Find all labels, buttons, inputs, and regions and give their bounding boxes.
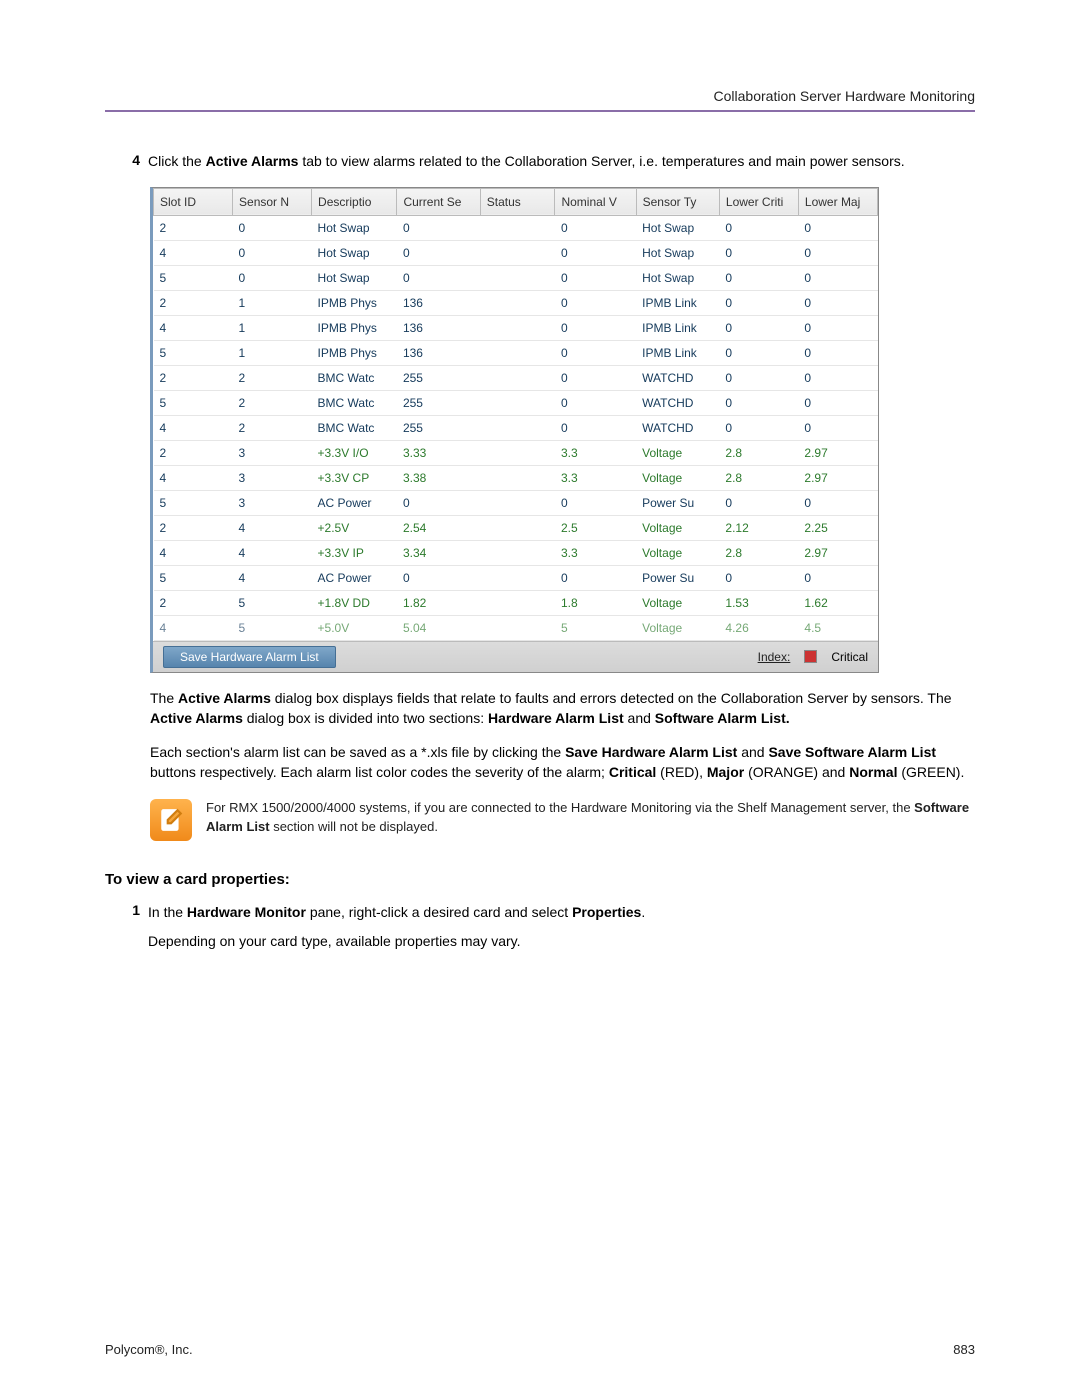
table-row[interactable]: 41IPMB Phys1360IPMB Link00	[154, 315, 878, 340]
table-row[interactable]: 52BMC Watc2550WATCHD00	[154, 390, 878, 415]
critical-swatch-icon	[804, 650, 817, 663]
col-lower-criti[interactable]: Lower Criti	[719, 188, 798, 215]
table-row[interactable]: 50Hot Swap00Hot Swap00	[154, 265, 878, 290]
footer-page-number: 883	[953, 1342, 975, 1357]
table-footer-bar: Save Hardware Alarm List Index: Critical	[153, 641, 878, 672]
col-current-se[interactable]: Current Se	[397, 188, 480, 215]
table-row[interactable]: 53AC Power00Power Su00	[154, 490, 878, 515]
note-text: For RMX 1500/2000/4000 systems, if you a…	[206, 799, 975, 837]
col-lower-maj[interactable]: Lower Maj	[798, 188, 877, 215]
table-row[interactable]: 20Hot Swap00Hot Swap00	[154, 215, 878, 240]
col-sensor-ty[interactable]: Sensor Ty	[636, 188, 719, 215]
table-row[interactable]: 42BMC Watc2550WATCHD00	[154, 415, 878, 440]
table-row[interactable]: 21IPMB Phys1360IPMB Link00	[154, 290, 878, 315]
table-row[interactable]: 44+3.3V IP3.343.3Voltage2.82.97	[154, 540, 878, 565]
table-row[interactable]: 51IPMB Phys1360IPMB Link00	[154, 340, 878, 365]
index-link[interactable]: Index:	[758, 650, 791, 664]
table-row[interactable]: 40Hot Swap00Hot Swap00	[154, 240, 878, 265]
save-hardware-alarm-list-button[interactable]: Save Hardware Alarm List	[163, 646, 336, 668]
col-nominal-v[interactable]: Nominal V	[555, 188, 636, 215]
table-header-row[interactable]: Slot ID Sensor N Descriptio Current Se S…	[154, 188, 878, 215]
table-row[interactable]: 22BMC Watc2550WATCHD00	[154, 365, 878, 390]
header-divider	[105, 110, 975, 112]
note-box: For RMX 1500/2000/4000 systems, if you a…	[150, 799, 975, 841]
page-footer: Polycom®, Inc. 883	[105, 1342, 975, 1357]
subheading-view-card-properties: To view a card properties:	[105, 871, 975, 888]
step-1: 1 In the Hardware Monitor pane, right-cl…	[105, 902, 975, 952]
table-row[interactable]: 54AC Power00Power Su00	[154, 565, 878, 590]
table-row[interactable]: 45+5.0V5.045Voltage4.264.5	[154, 615, 878, 640]
step-number: 4	[105, 152, 148, 172]
step-4: 4 Click the Active Alarms tab to view al…	[105, 152, 975, 172]
note-icon	[150, 799, 192, 841]
col-status[interactable]: Status	[480, 188, 555, 215]
table-row[interactable]: 25+1.8V DD1.821.8Voltage1.531.62	[154, 590, 878, 615]
col-description[interactable]: Descriptio	[312, 188, 397, 215]
col-slot-id[interactable]: Slot ID	[154, 188, 233, 215]
table-row[interactable]: 43+3.3V CP3.383.3Voltage2.82.97	[154, 465, 878, 490]
active-alarms-table: Slot ID Sensor N Descriptio Current Se S…	[150, 187, 879, 673]
critical-label: Critical	[831, 650, 868, 664]
paragraph-1: The Active Alarms dialog box displays fi…	[150, 688, 975, 729]
paragraph-2: Each section's alarm list can be saved a…	[150, 742, 975, 783]
footer-company: Polycom®, Inc.	[105, 1342, 193, 1357]
page-header-title: Collaboration Server Hardware Monitoring	[714, 88, 975, 104]
step-text: Click the Active Alarms tab to view alar…	[148, 152, 975, 172]
col-sensor-n[interactable]: Sensor N	[233, 188, 312, 215]
table-row[interactable]: 24+2.5V2.542.5Voltage2.122.25	[154, 515, 878, 540]
table-row[interactable]: 23+3.3V I/O3.333.3Voltage2.82.97	[154, 440, 878, 465]
